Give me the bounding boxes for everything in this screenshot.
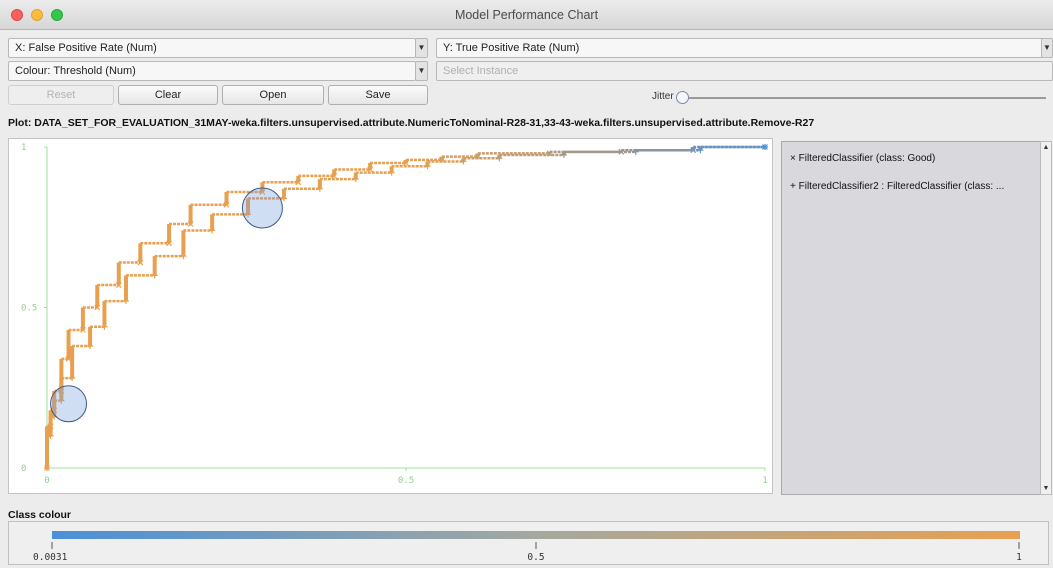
legend-panel: × FilteredClassifier (class: Good) + Fil… — [781, 141, 1041, 495]
open-button[interactable]: Open — [222, 85, 324, 105]
series-filteredclassifier2-point — [87, 343, 94, 350]
save-button[interactable]: Save — [328, 85, 428, 105]
colour-select[interactable]: Colour: Threshold (Num) — [8, 61, 416, 81]
series-filteredclassifier2-point — [280, 195, 287, 202]
title-bar: Model Performance Chart — [0, 0, 1053, 30]
highlight-circle — [241, 187, 283, 229]
plot-area[interactable]: 0 0.5 1 0 0.5 1 — [8, 138, 773, 494]
class-colour-panel: 0.0031 0.5 1 — [8, 521, 1049, 565]
series-filteredclassifier2-point — [388, 169, 395, 176]
clear-button[interactable]: Clear — [118, 85, 218, 105]
x-tick-label: 1 — [762, 476, 767, 486]
series-filteredclassifier2-point — [101, 323, 108, 330]
select-instance-dropdown[interactable]: Select Instance — [436, 61, 1053, 81]
series-filteredclassifier2-point — [316, 185, 323, 192]
legend-scrollbar[interactable]: ▲ ▼ — [1040, 141, 1052, 495]
series-filteredclassifier2-point — [180, 253, 187, 260]
colour-min-label: 0.0031 — [33, 552, 68, 563]
legend-item-filteredclassifier2[interactable]: + FilteredClassifier2 : FilteredClassifi… — [790, 181, 1004, 192]
window-title: Model Performance Chart — [454, 8, 599, 22]
y-tick-label: 0 — [21, 464, 26, 474]
colour-mid-label: 0.5 — [527, 552, 544, 563]
jitter-slider-track[interactable] — [686, 97, 1046, 99]
jitter-label: Jitter — [652, 91, 674, 102]
highlight-circle — [50, 385, 88, 423]
colour-gradient — [52, 531, 1020, 539]
colour-dropdown-arrow[interactable]: ▼ — [415, 61, 428, 81]
x-axis-select[interactable]: X: False Positive Rate (Num) — [8, 38, 416, 58]
y-axis-dropdown-arrow[interactable]: ▼ — [1041, 38, 1053, 58]
series-filteredclassifier2-point — [352, 176, 359, 183]
y-tick-label: 1 — [21, 143, 26, 153]
y-axis-select[interactable]: Y: True Positive Rate (Num) — [436, 38, 1046, 58]
x-tick-label: 0 — [44, 476, 49, 486]
x-tick-label: 0.5 — [398, 476, 414, 486]
reset-button[interactable]: Reset — [8, 85, 114, 105]
class-colour-label: Class colour — [8, 509, 72, 521]
series-filteredclassifier2-point — [209, 227, 216, 234]
series-filteredclassifier2-point — [122, 298, 129, 305]
x-axis-dropdown-arrow[interactable]: ▼ — [415, 38, 428, 58]
legend-item-filteredclassifier[interactable]: × FilteredClassifier (class: Good) — [790, 153, 935, 164]
plot-title: Plot: DATA_SET_FOR_EVALUATION_31MAY-weka… — [8, 117, 815, 129]
class-colour-bar: 0.0031 0.5 1 — [33, 531, 1022, 563]
roc-plot-svg: 0 0.5 1 0 0.5 1 — [21, 143, 768, 486]
jitter-slider-knob[interactable] — [676, 91, 689, 104]
series-filteredclassifier2-point — [424, 163, 431, 170]
y-tick-label: 0.5 — [21, 304, 37, 314]
series-filteredclassifier2-point — [69, 375, 76, 382]
scroll-up-icon[interactable]: ▲ — [1041, 144, 1051, 151]
colour-max-label: 1 — [1016, 552, 1022, 563]
scroll-down-icon[interactable]: ▼ — [1041, 485, 1051, 492]
series-filteredclassifier2-point — [151, 272, 158, 279]
